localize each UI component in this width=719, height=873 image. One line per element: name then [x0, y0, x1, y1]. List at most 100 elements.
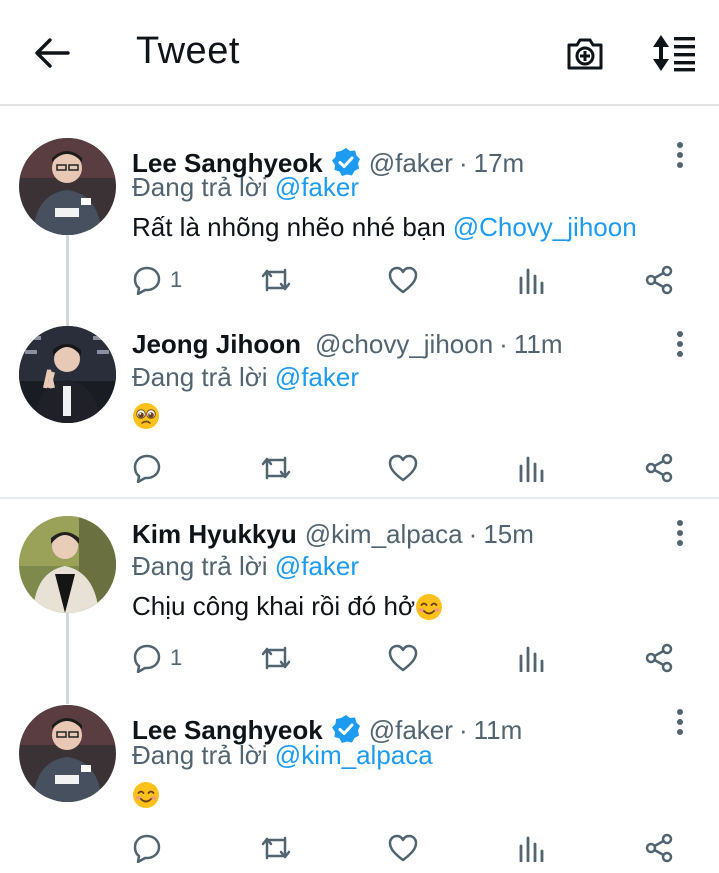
- analytics-button[interactable]: [517, 260, 545, 300]
- retweet-button[interactable]: [259, 260, 293, 300]
- back-button[interactable]: [30, 33, 74, 73]
- tweet-header: Jeong Jihoon @chovy_jihoon · 11m: [132, 329, 563, 360]
- pleading-face-emoji: [133, 403, 159, 429]
- mention-link[interactable]: @faker: [275, 362, 359, 392]
- heart-icon: [388, 834, 418, 862]
- reply-icon: [133, 834, 161, 863]
- separator-dot: ·: [499, 329, 508, 359]
- mention-link[interactable]: @Chovy_jihoon: [453, 212, 637, 243]
- tweet-text-content: Chịu công khai rồi đó hở: [132, 591, 415, 621]
- retweet-button[interactable]: [259, 828, 293, 868]
- avatar[interactable]: [19, 516, 116, 613]
- tweet-actions: 1: [0, 638, 719, 678]
- username[interactable]: @chovy_jihoon: [315, 329, 493, 360]
- analytics-icon: [519, 268, 544, 294]
- reply-button[interactable]: 1: [132, 260, 182, 300]
- page-title: Tweet: [136, 30, 240, 72]
- heart-icon: [388, 266, 418, 294]
- replying-to-label: Đang trả lời: [132, 740, 268, 770]
- like-button[interactable]: [388, 828, 418, 868]
- display-name[interactable]: Kim Hyukkyu: [132, 519, 297, 550]
- tweet-actions: [0, 828, 719, 868]
- avatar[interactable]: [19, 326, 116, 423]
- heart-icon: [388, 454, 418, 482]
- analytics-button[interactable]: [517, 828, 545, 868]
- reply-button[interactable]: [132, 828, 170, 868]
- separator-dot: ·: [458, 148, 468, 178]
- conversation-divider: [0, 497, 719, 499]
- retweet-button[interactable]: [259, 448, 293, 488]
- timestamp[interactable]: 11m: [514, 329, 563, 360]
- retweet-icon: [261, 456, 291, 480]
- analytics-button[interactable]: [517, 638, 545, 678]
- reply-icon: [133, 266, 161, 295]
- top-app-bar: Tweet: [0, 0, 719, 106]
- retweet-icon: [261, 836, 291, 860]
- sort-button[interactable]: [648, 32, 698, 74]
- display-name[interactable]: Jeong Jihoon: [132, 329, 301, 360]
- replying-to-label: Đang trả lời: [132, 172, 268, 202]
- reply-count: 1: [170, 267, 183, 292]
- more-options-button[interactable]: [668, 140, 692, 170]
- smiling-face-emoji: [133, 782, 159, 808]
- replying-to: Đang trả lời @faker: [132, 362, 359, 393]
- more-options-button[interactable]: [668, 707, 692, 737]
- retweet-icon: [261, 268, 291, 292]
- sort-icon: [653, 35, 695, 72]
- avatar[interactable]: [19, 705, 116, 802]
- like-button[interactable]: [388, 260, 418, 300]
- tweet-text-content: Rất là nhõng nhẽo nhé bạn: [132, 212, 446, 242]
- tweet-text: [132, 402, 160, 430]
- avatar-photo: [19, 326, 116, 423]
- username[interactable]: @kim_alpaca: [305, 519, 463, 550]
- avatar[interactable]: [19, 138, 116, 235]
- share-button[interactable]: [644, 260, 674, 300]
- reply-count: 1: [170, 645, 183, 670]
- share-icon: [645, 453, 673, 483]
- replying-to: Đang trả lời @kim_alpaca: [132, 740, 433, 771]
- reply-icon: [133, 644, 161, 673]
- tweet-text: Rất là nhõng nhẽo nhé bạn @Chovy_jihoon: [132, 212, 637, 243]
- avatar-photo: [19, 516, 116, 613]
- retweet-button[interactable]: [259, 638, 293, 678]
- share-button[interactable]: [644, 638, 674, 678]
- timestamp[interactable]: 15m: [483, 519, 534, 550]
- separator-dot: ·: [458, 715, 468, 745]
- tweet-header: Kim Hyukkyu @kim_alpaca · 15m: [132, 519, 534, 550]
- tweet-text: Chịu công khai rồi đó hở: [132, 591, 443, 622]
- more-vertical-icon: [677, 709, 683, 735]
- replying-to: Đang trả lời @faker: [132, 551, 359, 582]
- camera-plus-icon: [567, 38, 603, 70]
- like-button[interactable]: [388, 638, 418, 678]
- analytics-icon: [519, 646, 544, 672]
- more-vertical-icon: [677, 331, 683, 357]
- mention-link[interactable]: @faker: [275, 551, 359, 581]
- timestamp[interactable]: 17m: [474, 148, 525, 179]
- reply-button[interactable]: [132, 448, 170, 488]
- share-button[interactable]: [644, 448, 674, 488]
- timestamp[interactable]: 11m: [474, 715, 523, 746]
- username[interactable]: @faker: [369, 148, 453, 179]
- mention-link[interactable]: @faker: [275, 172, 359, 202]
- mention-link[interactable]: @kim_alpaca: [275, 740, 433, 770]
- more-options-button[interactable]: [668, 518, 692, 548]
- more-vertical-icon: [677, 142, 683, 168]
- reply-button[interactable]: 1: [132, 638, 182, 678]
- replying-to-label: Đang trả lời: [132, 551, 268, 581]
- replying-to: Đang trả lời @faker: [132, 172, 359, 203]
- share-icon: [645, 643, 673, 673]
- camera-button[interactable]: [563, 34, 607, 74]
- more-options-button[interactable]: [668, 329, 692, 359]
- arrow-left-icon: [35, 38, 70, 68]
- analytics-button[interactable]: [517, 448, 545, 488]
- reply-icon: [133, 454, 161, 483]
- share-icon: [645, 265, 673, 295]
- heart-icon: [388, 644, 418, 672]
- avatar-photo: [19, 705, 116, 802]
- like-button[interactable]: [388, 448, 418, 488]
- share-button[interactable]: [644, 828, 674, 868]
- separator-dot: ·: [468, 519, 478, 549]
- tweet-actions: [0, 448, 719, 488]
- smiling-face-emoji: [416, 593, 442, 620]
- avatar-photo: [19, 138, 116, 235]
